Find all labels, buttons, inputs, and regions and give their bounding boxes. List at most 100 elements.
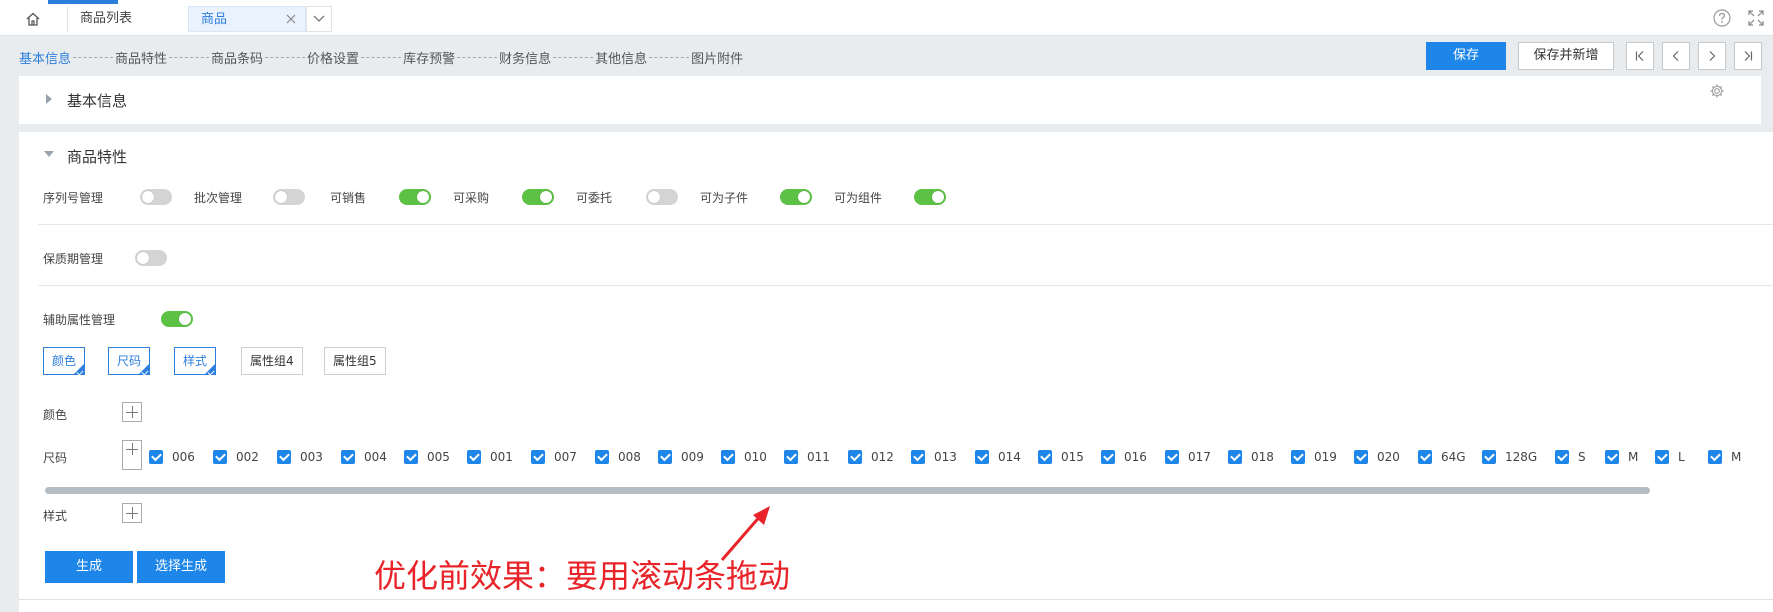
- purchasable-toggle[interactable]: [522, 189, 554, 205]
- checkbox-checked-icon[interactable]: [1291, 450, 1305, 464]
- tab-product-list[interactable]: 商品列表: [67, 6, 187, 32]
- checkbox-checked-icon[interactable]: [1165, 450, 1179, 464]
- last-record-button[interactable]: [1734, 42, 1762, 70]
- checkbox-checked-icon[interactable]: [213, 450, 227, 464]
- save-button[interactable]: 保存: [1426, 42, 1506, 70]
- product-attr-title[interactable]: 商品特性: [67, 146, 127, 167]
- size-value-item[interactable]: 005: [404, 450, 467, 464]
- size-value-item[interactable]: 003: [277, 450, 341, 464]
- size-value-item[interactable]: 64G: [1418, 450, 1482, 464]
- checkbox-checked-icon[interactable]: [721, 450, 735, 464]
- serial-toggle[interactable]: [140, 189, 172, 205]
- horizontal-scrollbar[interactable]: [45, 487, 1650, 494]
- checkbox-checked-icon[interactable]: [911, 450, 925, 464]
- checkbox-checked-icon[interactable]: [404, 450, 418, 464]
- size-value-item[interactable]: 011: [784, 450, 848, 464]
- sellable-toggle[interactable]: [399, 189, 431, 205]
- checkbox-checked-icon[interactable]: [1101, 450, 1115, 464]
- size-value-item[interactable]: 008: [595, 450, 658, 464]
- checkbox-checked-icon[interactable]: [1228, 450, 1242, 464]
- size-value-item[interactable]: 004: [341, 450, 404, 464]
- tab-product[interactable]: 商品: [188, 6, 306, 32]
- size-value-item[interactable]: M: [1605, 450, 1655, 464]
- size-value-item[interactable]: 010: [721, 450, 784, 464]
- expand-arrow-icon[interactable]: [46, 94, 52, 104]
- size-value-item[interactable]: 019: [1291, 450, 1354, 464]
- basic-info-title[interactable]: 基本信息: [67, 90, 127, 111]
- checkbox-checked-icon[interactable]: [1655, 450, 1669, 464]
- consignable-toggle[interactable]: [646, 189, 678, 205]
- step-stock-alert[interactable]: 库存预警: [403, 48, 455, 67]
- gear-icon[interactable]: [1709, 83, 1725, 99]
- step-product-attr[interactable]: 商品特性: [115, 48, 167, 67]
- checkbox-checked-icon[interactable]: [1555, 450, 1569, 464]
- subitem-toggle[interactable]: [780, 189, 812, 205]
- size-value-item[interactable]: 015: [1038, 450, 1101, 464]
- select-generate-button[interactable]: 选择生成: [137, 551, 225, 583]
- checkbox-checked-icon[interactable]: [341, 450, 355, 464]
- generate-button[interactable]: 生成: [45, 551, 133, 583]
- checkbox-checked-icon[interactable]: [1038, 450, 1052, 464]
- checkbox-checked-icon[interactable]: [975, 450, 989, 464]
- add-style-button[interactable]: [122, 503, 142, 523]
- attr-group-style[interactable]: 样式: [174, 347, 217, 376]
- size-value-item[interactable]: 012: [848, 450, 911, 464]
- checkbox-checked-icon[interactable]: [848, 450, 862, 464]
- step-barcode[interactable]: 商品条码: [211, 48, 263, 67]
- size-value-item[interactable]: 020: [1354, 450, 1418, 464]
- size-value-item[interactable]: 014: [975, 450, 1038, 464]
- checkbox-checked-icon[interactable]: [149, 450, 163, 464]
- aux-attr-toggle[interactable]: [161, 311, 193, 327]
- close-icon[interactable]: [285, 13, 297, 25]
- size-value-item[interactable]: 007: [531, 450, 595, 464]
- shelf-life-toggle[interactable]: [135, 250, 167, 266]
- attr-group-size[interactable]: 尺码: [108, 347, 151, 376]
- attr-group-5[interactable]: 属性组5: [324, 347, 386, 375]
- help-icon[interactable]: [1712, 8, 1732, 28]
- save-and-new-button[interactable]: 保存并新增: [1518, 42, 1614, 70]
- size-value-item[interactable]: 009: [658, 450, 721, 464]
- step-price[interactable]: 价格设置: [307, 48, 359, 67]
- first-record-button[interactable]: [1626, 42, 1654, 70]
- component-toggle[interactable]: [914, 189, 946, 205]
- checkbox-checked-icon[interactable]: [1708, 450, 1722, 464]
- checkbox-checked-icon[interactable]: [1354, 450, 1368, 464]
- checkbox-checked-icon[interactable]: [1482, 450, 1496, 464]
- checkbox-checked-icon[interactable]: [595, 450, 609, 464]
- size-value-item[interactable]: 013: [911, 450, 975, 464]
- step-finance[interactable]: 财务信息: [499, 48, 551, 67]
- tab-more-button[interactable]: [306, 6, 332, 32]
- checkbox-checked-icon[interactable]: [784, 450, 798, 464]
- step-attachments[interactable]: 图片附件: [691, 48, 743, 67]
- checkbox-checked-icon[interactable]: [277, 450, 291, 464]
- checkbox-checked-icon[interactable]: [658, 450, 672, 464]
- collapse-arrow-icon[interactable]: [44, 151, 54, 157]
- step-other[interactable]: 其他信息: [595, 48, 647, 67]
- size-value-item[interactable]: 128G: [1482, 450, 1555, 464]
- home-button[interactable]: [18, 7, 48, 31]
- checkbox-checked-icon[interactable]: [467, 450, 481, 464]
- size-value-item[interactable]: 002: [213, 450, 277, 464]
- size-value-item[interactable]: 006: [149, 450, 213, 464]
- size-value-item[interactable]: 017: [1165, 450, 1228, 464]
- attr-group-4[interactable]: 属性组4: [241, 347, 303, 375]
- batch-toggle[interactable]: [273, 189, 305, 205]
- size-value-item[interactable]: S: [1555, 450, 1605, 464]
- size-value-item[interactable]: 018: [1228, 450, 1291, 464]
- prev-record-button[interactable]: [1662, 42, 1690, 70]
- step-basic-info[interactable]: 基本信息: [19, 48, 71, 67]
- checkbox-checked-icon[interactable]: [1418, 450, 1432, 464]
- add-color-button[interactable]: [122, 402, 142, 422]
- next-record-button[interactable]: [1698, 42, 1726, 70]
- fullscreen-icon[interactable]: [1746, 8, 1766, 28]
- divider: [19, 599, 1773, 600]
- attr-group-color[interactable]: 颜色: [43, 347, 86, 376]
- checkbox-checked-icon[interactable]: [1605, 450, 1619, 464]
- size-value-item[interactable]: 016: [1101, 450, 1165, 464]
- add-size-button[interactable]: [122, 440, 142, 470]
- checkbox-checked-icon[interactable]: [531, 450, 545, 464]
- size-value-item[interactable]: L: [1655, 450, 1708, 464]
- style-row-label: 样式: [43, 509, 68, 523]
- size-value-item[interactable]: 001: [467, 450, 531, 464]
- size-value-item[interactable]: M: [1708, 450, 1754, 464]
